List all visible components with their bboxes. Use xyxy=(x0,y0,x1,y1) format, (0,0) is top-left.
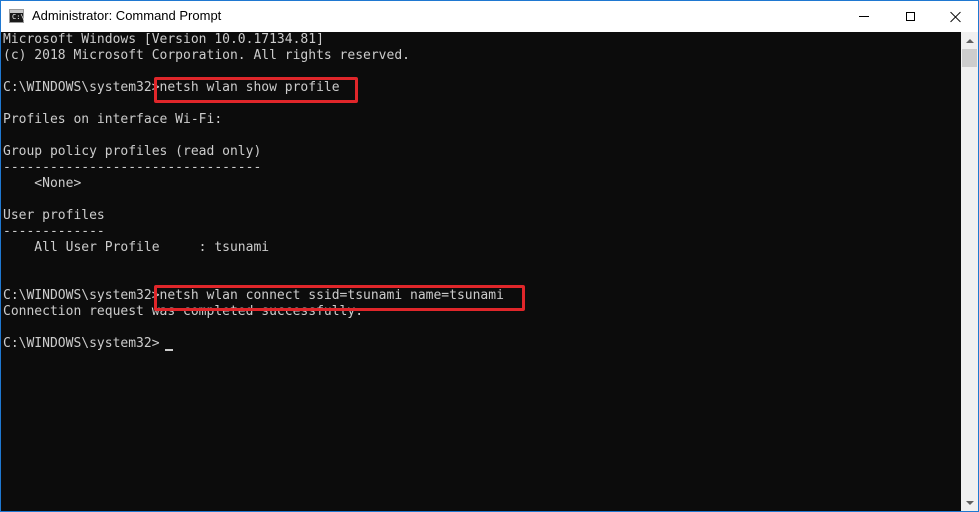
console-line: Profiles on interface Wi-Fi: xyxy=(3,112,223,127)
scroll-up-button[interactable] xyxy=(961,32,978,49)
console-line: User profiles xyxy=(3,208,105,223)
highlight-box-connect xyxy=(154,285,525,311)
arrow-down-icon xyxy=(965,500,974,505)
command-prompt-window: C:\ Administrator: Command Prompt Micros… xyxy=(0,0,979,512)
cmd-icon-label: C:\ xyxy=(12,13,25,21)
console-line: Microsoft Windows [Version 10.0.17134.81… xyxy=(3,32,324,47)
highlight-box-show-profile xyxy=(154,77,358,103)
close-button[interactable] xyxy=(932,1,978,32)
console-line: (c) 2018 Microsoft Corporation. All righ… xyxy=(3,48,410,63)
scroll-down-button[interactable] xyxy=(961,494,978,511)
maximize-icon xyxy=(905,12,915,21)
arrow-up-icon xyxy=(965,38,974,43)
console-output[interactable]: Microsoft Windows [Version 10.0.17134.81… xyxy=(3,32,960,511)
console-prompt: C:\WINDOWS\system32> xyxy=(3,336,160,351)
console-line: --------------------------------- xyxy=(3,160,262,175)
vertical-scrollbar[interactable] xyxy=(961,32,978,511)
console-line: ------------- xyxy=(3,224,105,239)
close-icon xyxy=(950,11,961,22)
title-bar[interactable]: C:\ Administrator: Command Prompt xyxy=(1,1,978,32)
text-cursor xyxy=(165,349,173,351)
window-title: Administrator: Command Prompt xyxy=(32,8,222,23)
minimize-icon xyxy=(859,16,869,17)
console-line: Group policy profiles (read only) xyxy=(3,144,262,159)
cmd-icon[interactable]: C:\ xyxy=(9,9,25,23)
console-line: All User Profile : tsunami xyxy=(3,240,270,255)
minimize-button[interactable] xyxy=(841,1,887,32)
maximize-button[interactable] xyxy=(887,1,933,32)
console-line: <None> xyxy=(3,176,82,191)
scrollbar-thumb[interactable] xyxy=(962,49,977,67)
